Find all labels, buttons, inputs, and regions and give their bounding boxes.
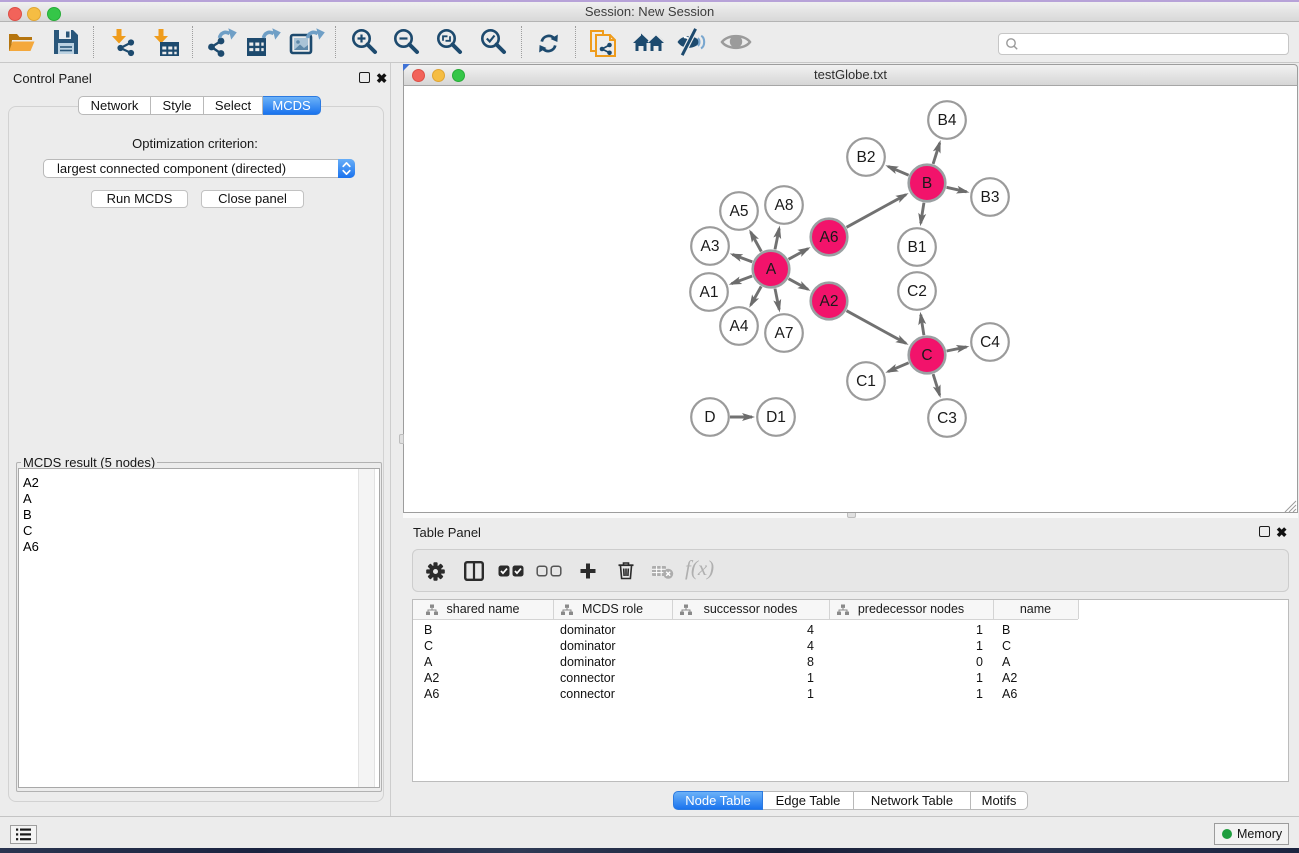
- svg-text:B: B: [922, 175, 932, 192]
- svg-text:C1: C1: [856, 373, 876, 390]
- svg-text:C4: C4: [980, 334, 1000, 351]
- svg-text:A8: A8: [775, 197, 794, 214]
- svg-text:A7: A7: [775, 325, 794, 342]
- svg-text:A2: A2: [820, 293, 839, 310]
- svg-text:B4: B4: [938, 112, 957, 129]
- svg-text:A3: A3: [701, 238, 720, 255]
- svg-text:C: C: [921, 347, 932, 364]
- svg-text:A: A: [766, 261, 777, 278]
- svg-text:C3: C3: [937, 410, 957, 427]
- svg-text:A4: A4: [730, 318, 749, 335]
- svg-text:A6: A6: [820, 229, 839, 246]
- svg-text:D: D: [704, 409, 715, 426]
- svg-text:B1: B1: [908, 239, 927, 256]
- svg-text:B2: B2: [857, 149, 876, 166]
- svg-text:A5: A5: [730, 203, 749, 220]
- svg-text:A1: A1: [700, 284, 719, 301]
- svg-text:C2: C2: [907, 283, 927, 300]
- svg-text:D1: D1: [766, 409, 786, 426]
- svg-text:B3: B3: [981, 189, 1000, 206]
